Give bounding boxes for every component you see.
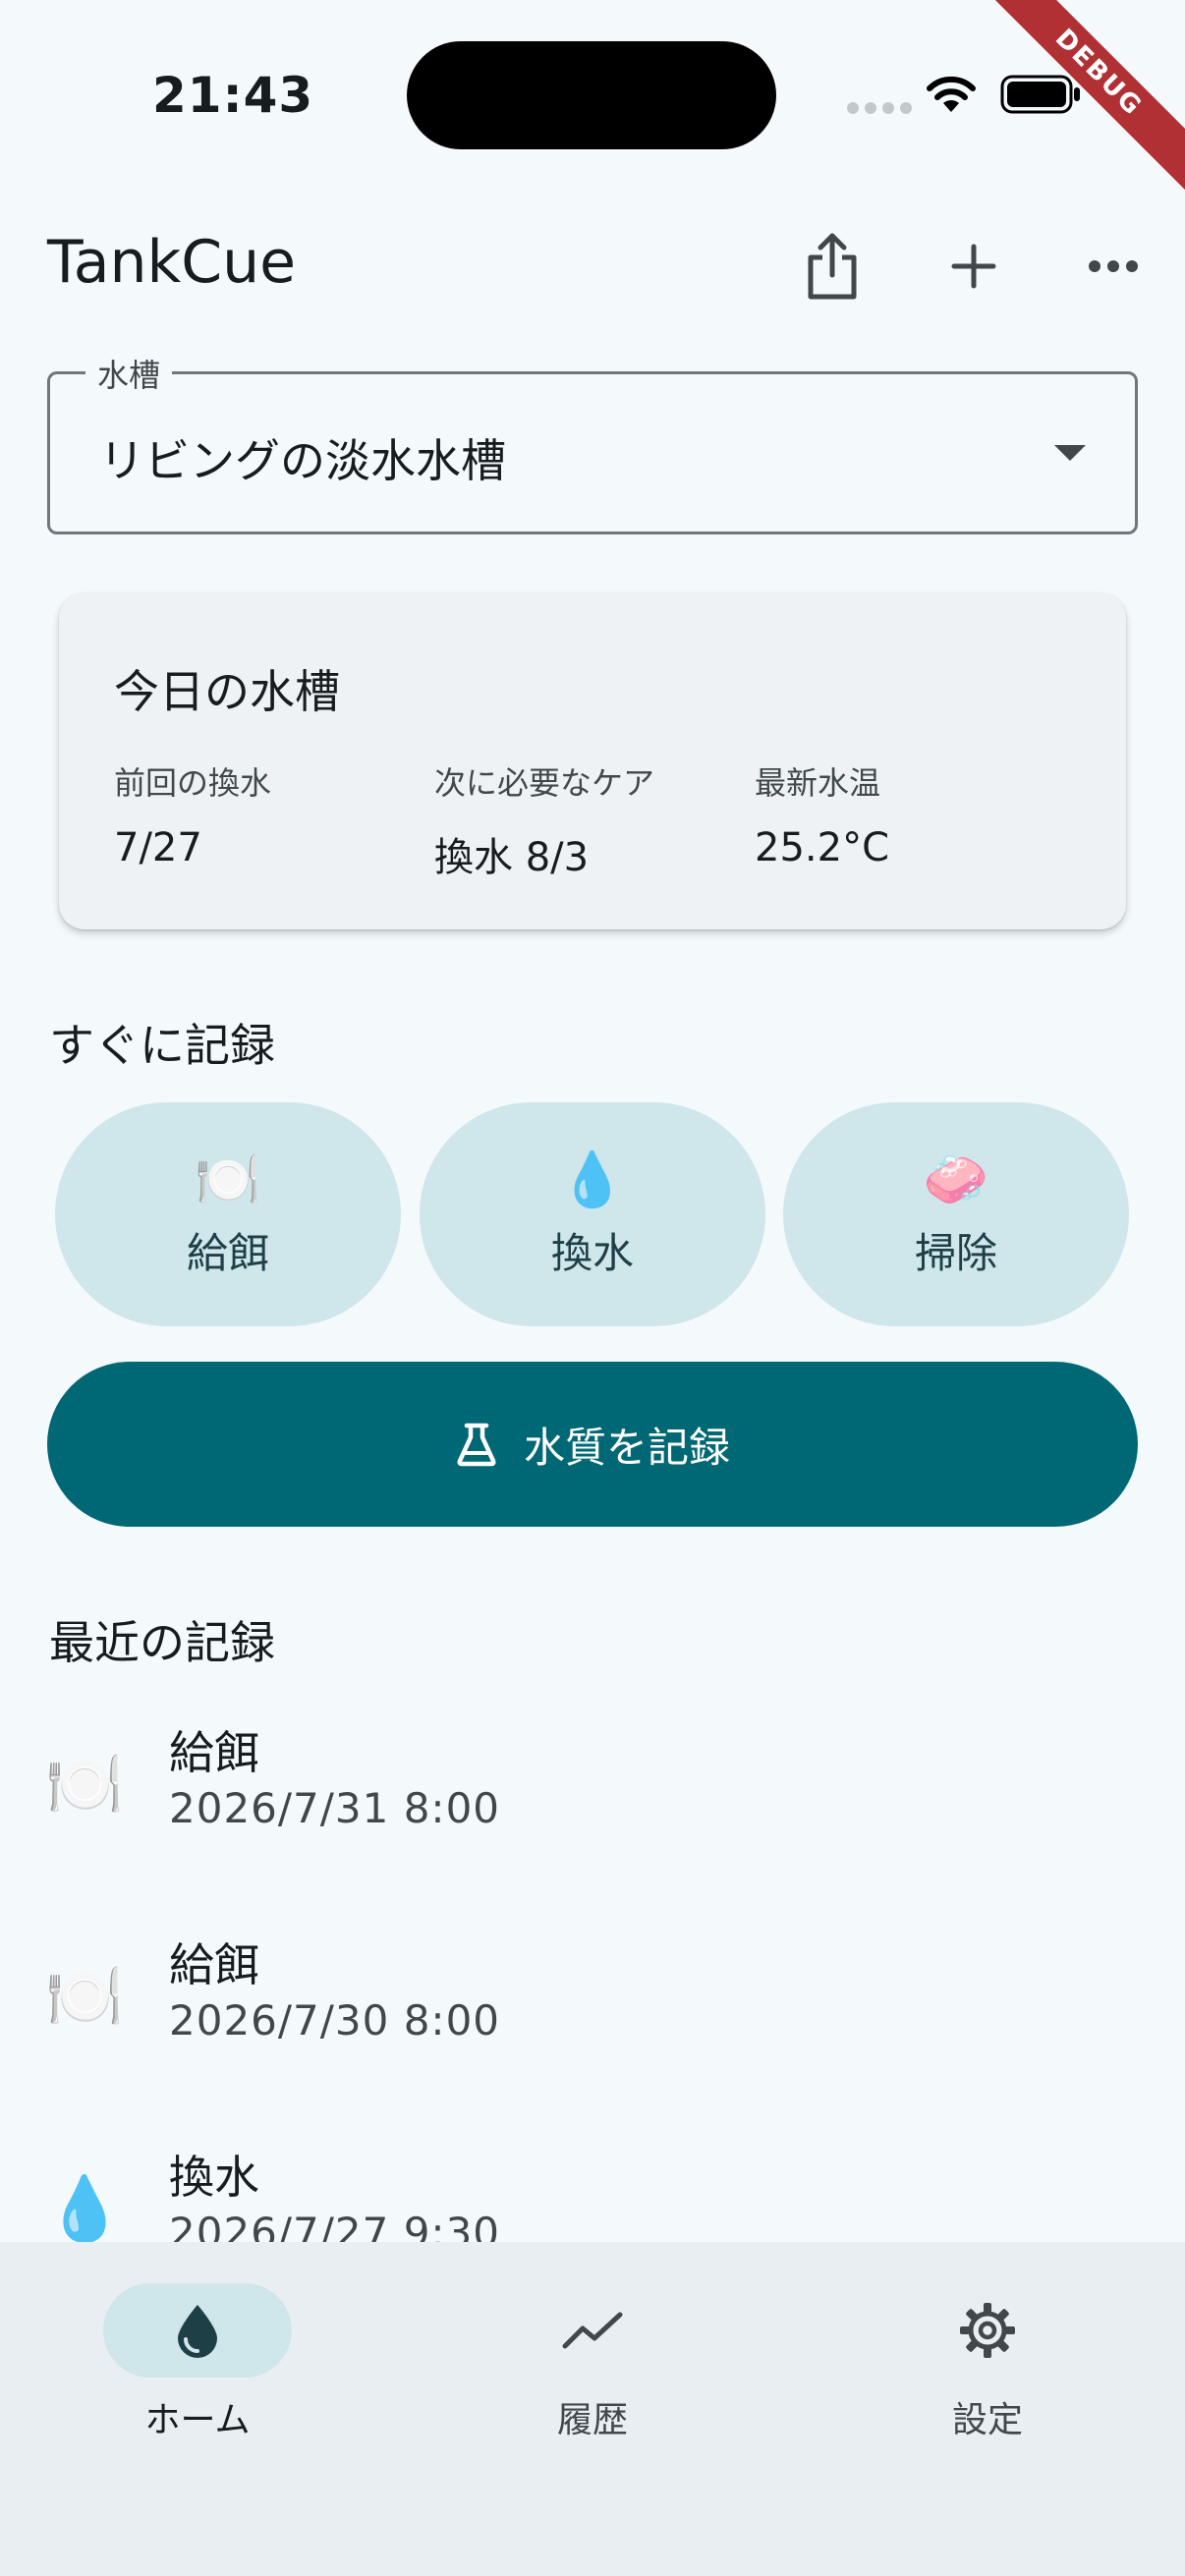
stat-label: 次に必要なケア xyxy=(434,764,655,802)
stat-value: 換水 8/3 xyxy=(434,835,590,880)
flask-icon xyxy=(457,1423,496,1467)
tank-dropdown[interactable]: 水槽 リビングの淡水水槽 xyxy=(47,351,1138,534)
today-tank-card: 今日の水槽 前回の換水 7/27 次に必要なケア 換水 8/3 最新水温 25.… xyxy=(59,593,1126,929)
plate-icon: 🍽️ xyxy=(45,1749,124,1821)
quick-button-label: 給餌 xyxy=(186,1228,269,1277)
recent-records-title: 最近の記録 xyxy=(49,1616,275,1669)
stat-label: 前回の換水 xyxy=(114,764,272,802)
battery-icon xyxy=(1000,75,1080,114)
nav-label: 設定 xyxy=(951,2400,1023,2440)
app-title: TankCue xyxy=(47,228,297,297)
quick-water-change-button[interactable]: 💧 換水 xyxy=(420,1102,765,1326)
nav-indicator xyxy=(103,2283,292,2378)
more-button[interactable] xyxy=(1069,222,1157,310)
stat-value: 7/27 xyxy=(114,825,202,870)
nav-indicator xyxy=(498,2283,687,2378)
wifi-icon xyxy=(927,76,976,112)
droplet-icon: 💧 xyxy=(45,2173,124,2246)
cellular-signal-icon xyxy=(847,102,912,114)
soap-icon: 🧼 xyxy=(923,1148,989,1210)
bottom-navigation: ホーム 履歴 設定 xyxy=(0,2242,1185,2576)
stat-next-care: 次に必要なケア 換水 8/3 xyxy=(434,758,654,882)
add-button[interactable] xyxy=(930,222,1018,310)
record-title: 給餌 xyxy=(169,1938,259,1991)
water-drop-icon xyxy=(178,2305,217,2358)
record-water-quality-button[interactable]: 水質を記録 xyxy=(47,1362,1138,1527)
list-item[interactable]: 🍽️ 給餌 2026/7/30 8:00 xyxy=(0,1912,1185,2108)
share-icon xyxy=(808,233,857,300)
dynamic-island xyxy=(407,41,776,149)
record-time: 2026/7/30 8:00 xyxy=(169,1996,501,2044)
plate-icon: 🍽️ xyxy=(195,1148,261,1210)
quick-button-label: 掃除 xyxy=(914,1228,997,1277)
more-horiz-icon xyxy=(1089,260,1138,272)
nav-item-history[interactable]: 履歴 xyxy=(445,2283,740,2460)
droplet-icon: 💧 xyxy=(559,1148,626,1210)
plate-icon: 🍽️ xyxy=(45,1961,124,2034)
gear-icon xyxy=(960,2303,1015,2358)
nav-item-settings[interactable]: 設定 xyxy=(840,2283,1135,2460)
nav-item-home[interactable]: ホーム xyxy=(50,2283,345,2460)
home-screen: 21:43 DEBUG TankCue 水槽 リビングの淡水水槽 今日の水槽 前… xyxy=(0,0,1185,2576)
record-title: 給餌 xyxy=(169,1726,259,1779)
quick-feed-button[interactable]: 🍽️ 給餌 xyxy=(55,1102,401,1326)
quick-record-title: すぐに記録 xyxy=(49,1019,275,1072)
list-item[interactable]: 🍽️ 給餌 2026/7/31 8:00 xyxy=(0,1700,1185,1896)
stat-value: 25.2°C xyxy=(755,825,889,870)
status-time: 21:43 xyxy=(152,67,314,124)
record-time: 2026/7/31 8:00 xyxy=(169,1784,501,1832)
nav-label: ホーム xyxy=(144,2400,251,2440)
dropdown-arrow-icon xyxy=(1054,445,1086,461)
share-button[interactable] xyxy=(788,222,876,310)
today-card-title: 今日の水槽 xyxy=(114,665,340,718)
tank-dropdown-value: リビングの淡水水槽 xyxy=(99,434,506,487)
stat-latest-temperature: 最新水温 25.2°C xyxy=(755,758,889,870)
quick-button-label: 換水 xyxy=(550,1228,634,1277)
stat-last-water-change: 前回の換水 7/27 xyxy=(114,758,271,870)
nav-indicator xyxy=(893,2283,1082,2378)
stat-label: 最新水温 xyxy=(755,764,881,802)
quick-cleaning-button[interactable]: 🧼 掃除 xyxy=(783,1102,1129,1326)
nav-label: 履歴 xyxy=(556,2400,628,2440)
water-quality-button-label: 水質を記録 xyxy=(523,1423,730,1472)
record-title: 換水 xyxy=(169,2151,259,2204)
tank-dropdown-label: 水槽 xyxy=(85,351,173,396)
plus-icon xyxy=(951,244,996,289)
trend-chart-icon xyxy=(562,2312,623,2349)
